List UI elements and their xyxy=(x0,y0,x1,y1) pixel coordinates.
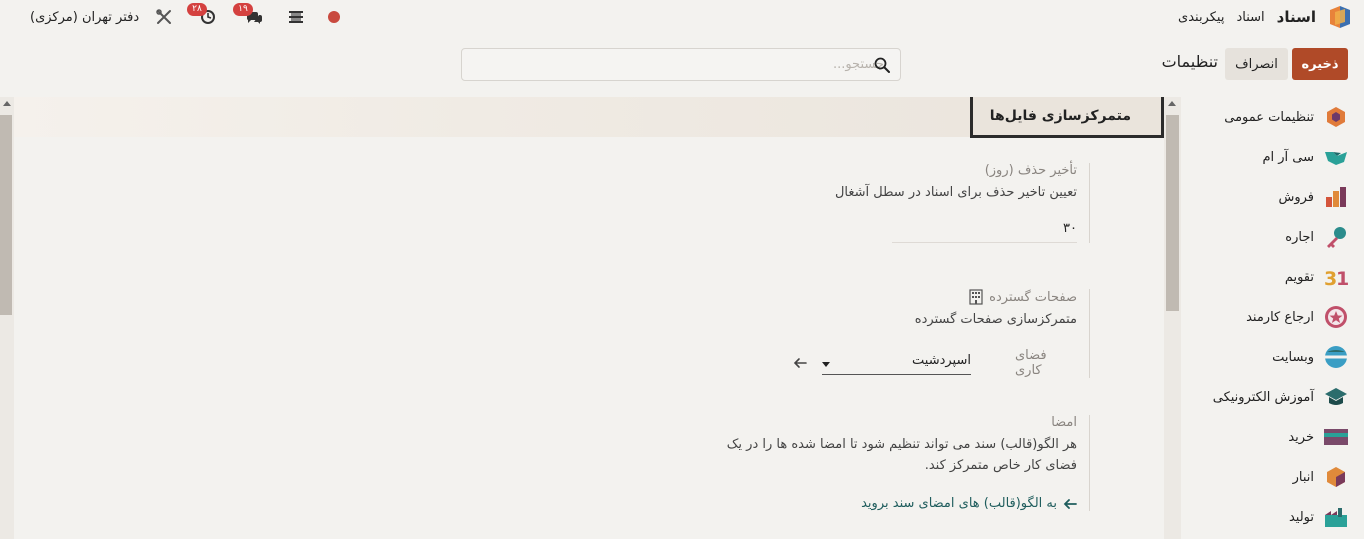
save-button[interactable]: ذخیره xyxy=(1292,48,1348,80)
workspace-label: فضای کاری xyxy=(1015,348,1047,378)
messages-chat-icon[interactable]: ۱۹ xyxy=(233,3,265,28)
sidebar-item-website[interactable]: وبسایت xyxy=(1272,344,1348,370)
deletion-delay-input[interactable]: ۳۰ xyxy=(892,221,1077,243)
settings-sidebar: تنظیمات عمومی سی آر ام فروش اجاره 3 1 تق… xyxy=(1182,97,1364,539)
sidebar-item-label: تولید xyxy=(1288,509,1314,525)
purchase-card-icon xyxy=(1324,425,1348,449)
sidebar-item-sales[interactable]: فروش xyxy=(1278,184,1348,210)
sales-chart-icon xyxy=(1324,185,1348,209)
sidebar-item-elearning[interactable]: آموزش الکترونیکی xyxy=(1213,384,1348,410)
settings-content: متمرکزسازی فایل‌ها تأخیر حذف (روز) تعیین… xyxy=(14,97,1164,539)
scroll-up-arrow-icon[interactable] xyxy=(3,101,11,106)
page-title: تنظیمات xyxy=(1161,52,1218,71)
search-box xyxy=(461,48,901,81)
deletion-delay-description: تعیین تاخیر حذف برای اسناد در سطل آشغال xyxy=(834,185,1077,200)
sidebar-item-label: ارجاع کارمند xyxy=(1246,309,1314,325)
rental-key-icon xyxy=(1324,225,1348,249)
sidebar-item-label: سی آر ام xyxy=(1262,149,1314,165)
setting-deletion-delay: تأخیر حذف (روز) تعیین تاخیر حذف برای اسن… xyxy=(790,163,1090,243)
spreadsheets-description: متمرکزسازی صفحات گسترده xyxy=(914,312,1077,327)
sidebar-item-label: آموزش الکترونیکی xyxy=(1212,389,1314,405)
sign-description: هر الگو(قالب) سند می تواند تنظیم شود تا … xyxy=(690,434,1077,476)
search-icon[interactable] xyxy=(874,57,890,73)
main-scrollbar-right[interactable] xyxy=(1164,97,1181,539)
sidebar-item-label: خرید xyxy=(1288,429,1314,445)
spreadsheets-header: صفحات گسترده xyxy=(790,289,1077,305)
sidebar-item-inventory[interactable]: انبار xyxy=(1293,464,1348,490)
control-panel: ذخیره انصراف تنظیمات xyxy=(0,34,1364,97)
sidebar-item-label: تقویم xyxy=(1284,269,1314,285)
workspace-row: فضای کاری اسپردشیت xyxy=(790,348,1077,378)
sidebar-item-general-settings[interactable]: تنظیمات عمومی xyxy=(1224,104,1348,130)
setting-spreadsheets: صفحات گسترده متمرکزسازی صفحات گسترده فضا… xyxy=(790,289,1090,378)
sidebar-item-label: انبار xyxy=(1292,469,1314,485)
sidebar-item-referral[interactable]: ارجاع کارمند xyxy=(1246,304,1348,330)
spreadsheets-label: صفحات گسترده xyxy=(989,289,1077,305)
sign-templates-link-text[interactable]: به الگو(قالب) های امضای سند بروید xyxy=(861,496,1057,511)
navbar-left: دفتر تهران (مرکزی) ۲۸ ۱۹ xyxy=(30,3,345,29)
sidebar-item-label: اجاره xyxy=(1285,229,1314,245)
search-input[interactable] xyxy=(492,49,892,80)
arrow-left-icon xyxy=(1063,498,1077,510)
section-header: متمرکزسازی فایل‌ها xyxy=(14,97,1164,138)
sidebar-item-rental[interactable]: اجاره xyxy=(1285,224,1348,250)
scrollbar-thumb[interactable] xyxy=(0,115,12,315)
scroll-up-arrow-icon[interactable] xyxy=(1168,101,1176,106)
documents-app-logo-icon[interactable] xyxy=(1328,6,1352,28)
website-globe-icon xyxy=(1324,345,1348,369)
manufacturing-icon xyxy=(1324,505,1348,529)
setting-sign: امضا هر الگو(قالب) سند می تواند تنظیم شو… xyxy=(690,415,1090,511)
top-navbar: اسناد اسناد پیکربندی دفتر تهران (مرکزی) … xyxy=(0,0,1364,34)
elearning-cap-icon xyxy=(1324,385,1348,409)
crm-handshake-icon xyxy=(1324,145,1348,169)
main-scrollbar-left[interactable] xyxy=(0,97,14,539)
sign-label: امضا xyxy=(1051,415,1077,430)
sidebar-item-crm[interactable]: سی آر ام xyxy=(1262,144,1348,170)
calendar-icon: 3 1 xyxy=(1324,265,1349,290)
discard-button[interactable]: انصراف xyxy=(1225,48,1288,80)
sign-templates-link[interactable]: به الگو(قالب) های امضای سند بروید xyxy=(690,496,1077,511)
inventory-box-icon xyxy=(1324,465,1348,489)
activity-badge: ۲۸ xyxy=(187,3,207,16)
navbar-right: اسناد اسناد پیکربندی xyxy=(1178,5,1352,29)
activity-list-icon[interactable] xyxy=(285,6,307,28)
deletion-delay-label: تأخیر حذف (روز) xyxy=(984,163,1077,178)
svg-text:1: 1 xyxy=(1336,268,1348,289)
caret-down-icon xyxy=(821,362,830,367)
sign-description-line1: هر الگو(قالب) سند می تواند تنظیم شود تا … xyxy=(726,437,1077,452)
sidebar-item-label: تنظیمات عمومی xyxy=(1224,109,1314,125)
sidebar-item-purchase[interactable]: خرید xyxy=(1288,424,1348,450)
scrollbar-thumb[interactable] xyxy=(1166,115,1179,311)
sidebar-item-label: وبسایت xyxy=(1272,349,1314,365)
sign-description-line2: فضای کار خاص متمرکز کند. xyxy=(924,458,1077,473)
workspace-select-value: اسپردشیت xyxy=(912,353,971,368)
workspace-select[interactable]: اسپردشیت xyxy=(821,351,971,375)
referral-star-icon xyxy=(1324,305,1348,329)
activity-clock-icon[interactable]: ۲۸ xyxy=(187,3,219,28)
company-switcher[interactable]: دفتر تهران (مرکزی) xyxy=(30,10,139,25)
sidebar-item-manufacturing[interactable]: تولید xyxy=(1289,504,1348,530)
status-dot-icon[interactable] xyxy=(323,6,345,28)
general-settings-icon xyxy=(1324,105,1348,129)
menu-configuration[interactable]: پیکربندی xyxy=(1178,10,1224,25)
menu-documents[interactable]: اسناد xyxy=(1236,10,1264,25)
app-title[interactable]: اسناد xyxy=(1277,8,1316,26)
sidebar-item-label: فروش xyxy=(1278,189,1314,205)
messages-badge: ۱۹ xyxy=(233,3,253,16)
tools-icon[interactable] xyxy=(153,6,175,28)
sidebar-item-calendar[interactable]: 3 1 تقویم xyxy=(1284,264,1349,290)
building-icon xyxy=(969,289,983,305)
internal-link-arrow-icon[interactable] xyxy=(790,353,810,373)
section-title: متمرکزسازی فایل‌ها xyxy=(970,97,1164,138)
